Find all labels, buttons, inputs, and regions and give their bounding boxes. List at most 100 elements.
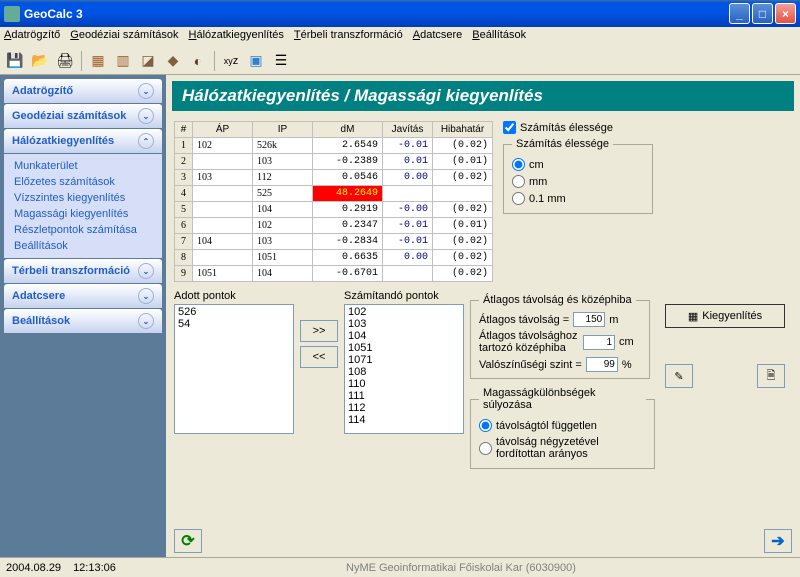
list-item[interactable]: 114	[346, 414, 462, 426]
tavolsag-input[interactable]	[573, 312, 605, 327]
refresh-button[interactable]: ⟳	[174, 529, 202, 553]
sidebar-item[interactable]: Részletpontok számítása	[4, 222, 162, 238]
toolbar: 💾 📂 🖨 ▦ ▥ ◪ ◆ ◐ xyz ▣ ☰	[0, 47, 800, 75]
data-table[interactable]: #ÁPIPdMJavításHibahatár1102526k2.6549-0.…	[174, 121, 493, 282]
move-left-button[interactable]: <<	[300, 346, 338, 368]
status-org: NyME Geoinformatikai Főiskolai Kar (6030…	[128, 562, 794, 574]
sidebar-header[interactable]: Adatrögzítő⌄	[4, 79, 162, 103]
app-title: GeoCalc 3	[24, 7, 729, 21]
titlebar: GeoCalc 3 _ □ ×	[0, 0, 800, 27]
col-header[interactable]: #	[175, 122, 193, 138]
content-area: Hálózatkiegyenlítés / Magassági kiegyenl…	[166, 75, 800, 557]
radio-mm[interactable]: mm	[512, 173, 644, 190]
report-icon-button[interactable]: 🗎	[757, 364, 785, 388]
table-row[interactable]: 810510.66350.00(0.02)	[175, 250, 493, 266]
next-button[interactable]: ➔	[764, 529, 792, 553]
menu-item[interactable]: Térbeli transzformáció	[294, 29, 403, 45]
sidebar: Adatrögzítő⌄Geodéziai számítások⌄Hálózat…	[0, 75, 166, 557]
kiegyenlites-button[interactable]: ▦ Kiegyenlítés	[665, 304, 785, 328]
chevron-icon: ⌃	[138, 133, 154, 149]
sharpness-group: Számítás élessége cm mm 0.1 mm	[503, 138, 653, 214]
list-item[interactable]: 102	[346, 306, 462, 318]
menu-item[interactable]: Adatcsere	[413, 29, 463, 45]
table-row[interactable]: 51040.2919-0.00(0.02)	[175, 202, 493, 218]
sidebar-header[interactable]: Geodéziai számítások⌄	[4, 104, 162, 128]
tool-icon-3[interactable]: ◪	[137, 50, 159, 72]
list-item[interactable]: 1051	[346, 342, 462, 354]
menu-item[interactable]: Hálózatkiegyenlítés	[189, 29, 284, 45]
tool-icon-2[interactable]: ▥	[112, 50, 134, 72]
list-item[interactable]: 54	[176, 318, 292, 330]
szamitando-label: Számítandó pontok	[344, 290, 464, 302]
sidebar-item[interactable]: Magassági kiegyenlítés	[4, 206, 162, 222]
atlagos-group: Átlagos távolság és középhiba Átlagos tá…	[470, 294, 650, 379]
sharpness-checkbox[interactable]: Számítás élessége	[503, 121, 653, 134]
list-item[interactable]: 103	[346, 318, 462, 330]
menu-item[interactable]: Adatrögzítő	[4, 29, 60, 45]
tool-icon-6[interactable]: ▣	[245, 50, 267, 72]
tool-icon-1[interactable]: ▦	[87, 50, 109, 72]
table-row[interactable]: 2103-0.23890.01(0.01)	[175, 154, 493, 170]
szamitando-listbox[interactable]: 10210310410511071108110111112114	[344, 304, 464, 434]
list-item[interactable]: 111	[346, 390, 462, 402]
list-item[interactable]: 108	[346, 366, 462, 378]
chevron-icon: ⌄	[138, 263, 154, 279]
radio-cm[interactable]: cm	[512, 156, 644, 173]
kozephiba-input[interactable]	[583, 335, 615, 350]
table-row[interactable]: 61020.2347-0.01(0.01)	[175, 218, 493, 234]
radio-forditott[interactable]: távolság négyzetével fordítottan arányos	[479, 434, 646, 462]
print-icon[interactable]: 🖨	[54, 50, 76, 72]
save-icon[interactable]: 💾	[4, 50, 26, 72]
chevron-icon: ⌄	[138, 108, 154, 124]
chevron-icon: ⌄	[138, 288, 154, 304]
list-item[interactable]: 1071	[346, 354, 462, 366]
menu-item[interactable]: Geodéziai számítások	[70, 29, 178, 45]
calc-icon: ▦	[688, 310, 698, 323]
statusbar: 2004.08.29 12:13:06 NyME Geoinformatikai…	[0, 557, 800, 577]
sidebar-header[interactable]: Térbeli transzformáció⌄	[4, 259, 162, 283]
sidebar-item[interactable]: Vízszintes kiegyenlítés	[4, 190, 162, 206]
table-row[interactable]: 31031120.05460.00(0.02)	[175, 170, 493, 186]
sidebar-header[interactable]: Adatcsere⌄	[4, 284, 162, 308]
chevron-icon: ⌄	[138, 83, 154, 99]
valoszinuseg-input[interactable]	[586, 357, 618, 372]
chevron-icon: ⌄	[138, 313, 154, 329]
maximize-button[interactable]: □	[752, 3, 773, 24]
table-row[interactable]: 1102526k2.6549-0.01(0.02)	[175, 138, 493, 154]
adott-label: Adott pontok	[174, 290, 294, 302]
sidebar-header[interactable]: Hálózatkiegyenlítés⌃	[4, 129, 162, 153]
chart-icon-button[interactable]: ✎	[665, 364, 693, 388]
move-right-button[interactable]: >>	[300, 320, 338, 342]
list-item[interactable]: 112	[346, 402, 462, 414]
tool-icon-4[interactable]: ◆	[162, 50, 184, 72]
sidebar-item[interactable]: Előzetes számítások	[4, 174, 162, 190]
table-row[interactable]: 452548.2649	[175, 186, 493, 202]
page-title: Hálózatkiegyenlítés / Magassági kiegyenl…	[172, 81, 794, 111]
open-icon[interactable]: 📂	[29, 50, 51, 72]
list-item[interactable]: 110	[346, 378, 462, 390]
col-header[interactable]: Javítás	[383, 122, 433, 138]
col-header[interactable]: dM	[313, 122, 383, 138]
col-header[interactable]: IP	[253, 122, 313, 138]
adott-listbox[interactable]: 52654	[174, 304, 294, 434]
table-row[interactable]: 91051104-0.6701(0.02)	[175, 266, 493, 282]
col-header[interactable]: Hibahatár	[433, 122, 493, 138]
menubar: Adatrögzítő Geodéziai számítások Hálózatki…	[0, 27, 800, 47]
sidebar-item[interactable]: Beállítások	[4, 238, 162, 254]
status-time: 12:13:06	[73, 562, 116, 574]
list-item[interactable]: 526	[176, 306, 292, 318]
table-row[interactable]: 7104103-0.2834-0.01(0.02)	[175, 234, 493, 250]
settings-icon[interactable]: ☰	[270, 50, 292, 72]
radio-01mm[interactable]: 0.1 mm	[512, 190, 644, 207]
col-header[interactable]: ÁP	[193, 122, 253, 138]
tool-icon-5[interactable]: ◐	[187, 50, 209, 72]
close-button[interactable]: ×	[775, 3, 796, 24]
list-item[interactable]: 104	[346, 330, 462, 342]
radio-fuggetlen[interactable]: távolságtól független	[479, 417, 646, 434]
menu-item[interactable]: Beállítások	[472, 29, 526, 45]
xyz-icon[interactable]: xyz	[220, 50, 242, 72]
minimize-button[interactable]: _	[729, 3, 750, 24]
sulyozas-group: Magasságkülönbségek súlyozása távolságtó…	[470, 387, 655, 469]
sidebar-header[interactable]: Beállítások⌄	[4, 309, 162, 333]
sidebar-item[interactable]: Munkaterület	[4, 158, 162, 174]
